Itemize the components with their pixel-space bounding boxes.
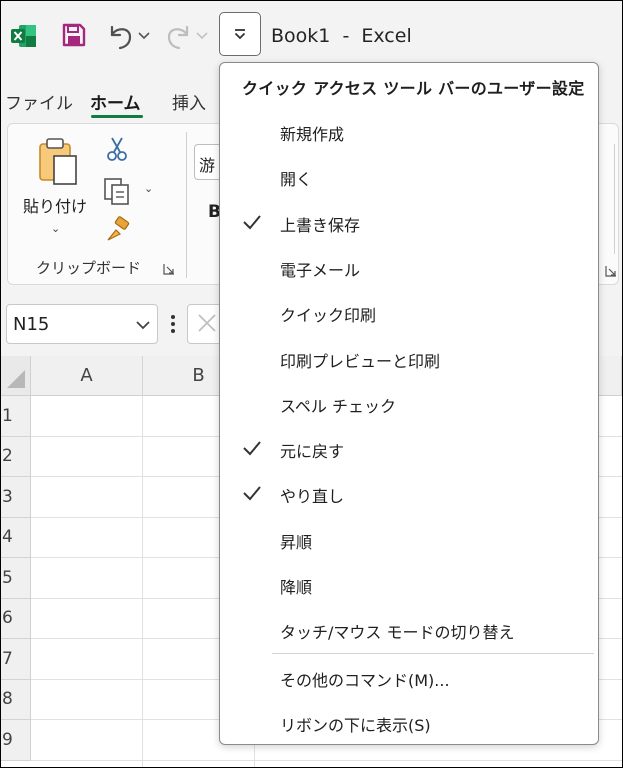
menu-item-label: 昇順 [280, 532, 313, 552]
menu-item[interactable]: 新規作成 [228, 111, 590, 151]
name-box-value: N15 [13, 314, 50, 335]
menu-item-footer[interactable]: その他のコマンド(M)... [228, 657, 590, 697]
menu-item-label: スペル チェック [280, 396, 396, 416]
row-header[interactable]: 7 [1, 639, 31, 680]
select-all-corner[interactable] [1, 356, 31, 396]
title-bar: Book1 - Excel [1, 1, 622, 71]
customize-qat-menu: クイック アクセス ツール バーのユーザー設定 新規作成開く上書き保存電子メール… [219, 62, 599, 745]
row-header[interactable]: 2 [1, 436, 31, 477]
row-header[interactable]: 3 [1, 477, 31, 518]
scissors-icon[interactable] [104, 136, 130, 162]
window-title: Book1 - Excel [271, 25, 412, 47]
copy-icon[interactable] [102, 176, 132, 206]
save-icon[interactable] [61, 22, 87, 48]
name-box[interactable]: N15 [6, 304, 158, 344]
group-divider [186, 132, 187, 278]
menu-item[interactable]: 上書き保存 [228, 202, 590, 242]
menu-item-label: 元に戻す [280, 442, 345, 462]
ribbon-tabs: ファイル ホーム 挿入 [1, 81, 222, 119]
redo-dropdown-chevron-icon[interactable] [195, 29, 209, 43]
row-header[interactable]: 4 [1, 517, 31, 558]
menu-item-footer[interactable]: リボンの下に表示(S) [228, 702, 590, 742]
checkmark-icon [242, 484, 262, 502]
menu-item-label: 上書き保存 [280, 215, 361, 235]
row-header[interactable]: 9 [1, 720, 31, 761]
tab-insert[interactable]: 挿入 [172, 89, 206, 114]
checkmark-icon [242, 439, 262, 457]
menu-item-label: その他のコマンド(M)... [280, 671, 450, 690]
group-divider [614, 144, 615, 254]
menu-item[interactable]: 開く [228, 156, 590, 196]
format-painter-icon[interactable] [104, 216, 132, 244]
clipboard-group-label: クリップボード [36, 259, 142, 277]
undo-icon[interactable] [104, 21, 136, 51]
redo-icon[interactable] [163, 21, 195, 51]
chevron-down-icon[interactable] [135, 317, 151, 333]
checkmark-icon [242, 213, 262, 231]
cancel-entry-icon[interactable] [196, 312, 218, 334]
menu-item-label: リボンの下に表示(S) [280, 716, 431, 735]
menu-item-label: タッチ/マウス モードの切り替え [280, 623, 515, 643]
dialog-launcher-icon[interactable] [605, 262, 617, 277]
menu-item-label: 降順 [280, 578, 313, 597]
gridline [142, 396, 143, 767]
customize-qat-icon [234, 29, 246, 40]
copy-dropdown-chevron-icon[interactable]: ⌄ [144, 182, 153, 195]
menu-item-label: 電子メール [280, 260, 361, 280]
active-tab-indicator [91, 115, 143, 118]
excel-logo-icon [11, 24, 37, 48]
column-header[interactable]: A [31, 356, 143, 396]
menu-item[interactable]: 電子メール [228, 247, 590, 287]
paste-dropdown-chevron-icon[interactable]: ⌄ [51, 222, 60, 235]
row-header[interactable]: 8 [1, 679, 31, 720]
select-all-triangle-icon [7, 370, 25, 388]
paste-icon[interactable] [34, 136, 82, 188]
menu-item[interactable]: タッチ/マウス モードの切り替え [228, 609, 590, 649]
tab-home[interactable]: ホーム [90, 89, 141, 114]
undo-dropdown-chevron-icon[interactable] [137, 29, 151, 43]
menu-item-label: 新規作成 [280, 125, 345, 144]
menu-title: クイック アクセス ツール バーのユーザー設定 [242, 79, 585, 98]
menu-item[interactable]: 昇順 [228, 519, 590, 559]
menu-item[interactable]: スペル チェック [228, 383, 590, 423]
menu-item[interactable]: やり直し [228, 473, 590, 513]
row-header[interactable]: 1 [1, 396, 31, 437]
customize-qat-button[interactable] [219, 12, 261, 56]
menu-item-label: 印刷プレビューと印刷 [280, 351, 441, 371]
menu-divider [272, 653, 594, 654]
menu-item[interactable]: 降順 [228, 564, 590, 604]
dialog-launcher-icon[interactable] [163, 260, 175, 275]
menu-item[interactable]: 元に戻す [228, 428, 590, 468]
gridline [31, 759, 622, 761]
row-header[interactable]: 6 [1, 598, 31, 639]
excel-window: Book1 - Excel ファイル ホーム 挿入 貼り付け ⌄ ⌄ クリップボ… [0, 0, 623, 768]
menu-item[interactable]: クイック印刷 [228, 292, 590, 332]
menu-item-label: クイック印刷 [280, 306, 377, 326]
row-header[interactable]: 5 [1, 558, 31, 599]
clipboard-group: 貼り付け ⌄ ⌄ クリップボード [8, 124, 188, 284]
tab-file[interactable]: ファイル [5, 89, 73, 114]
menu-item-label: やり直し [280, 487, 345, 507]
paste-button-label[interactable]: 貼り付け [23, 193, 87, 217]
menu-item-label: 開く [280, 170, 313, 190]
menu-item[interactable]: 印刷プレビューと印刷 [228, 338, 590, 378]
more-options-icon[interactable] [169, 313, 177, 335]
